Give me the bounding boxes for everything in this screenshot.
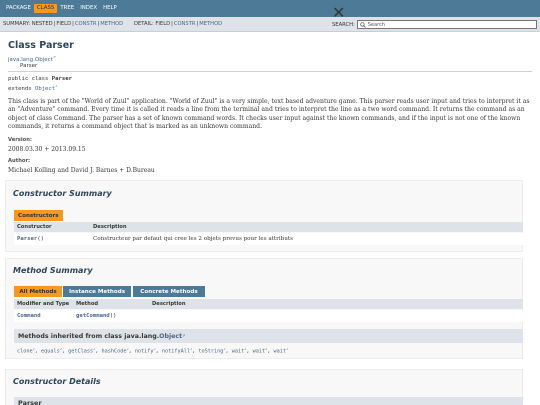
- table-row: Parser() Constructeur par defaut qui cre…: [14, 233, 523, 245]
- constructor-detail-item: Parser: [14, 397, 523, 405]
- reset-search-button[interactable]: ✕: [332, 3, 345, 22]
- table-row: Command getCommand(): [14, 310, 523, 322]
- version-value: 2008.03.30 + 2013.09.15: [8, 146, 86, 153]
- method-parens: (): [109, 313, 117, 319]
- summary-links: SUMMARY: NESTED | FIELD | CONSTR | METHO…: [3, 21, 123, 27]
- sub-nav-bar: SUMMARY: NESTED | FIELD | CONSTR | METHO…: [0, 17, 540, 32]
- inherited-method-link[interactable]: wait: [253, 349, 266, 355]
- constructor-description: Constructeur par defaut qui cree les 2 o…: [93, 236, 293, 242]
- nav-tree[interactable]: TREE: [57, 4, 77, 13]
- constructor-summary-title: Constructor Summary: [13, 189, 112, 198]
- inheritance-class: Parser: [20, 63, 38, 69]
- inherited-method-link[interactable]: wait: [273, 349, 286, 355]
- class-declaration: public class Parser: [8, 76, 72, 82]
- detail-constr-link[interactable]: CONSTR: [174, 21, 196, 27]
- nav-class[interactable]: CLASS: [33, 4, 58, 13]
- declaration-modifiers: public class: [8, 76, 52, 82]
- inherited-method-link[interactable]: toString: [198, 349, 223, 355]
- method-signature: getCommand(): [76, 313, 116, 319]
- inherited-method-link[interactable]: clone: [17, 349, 33, 355]
- nav-help[interactable]: HELP: [100, 4, 120, 13]
- constructor-details-title: Constructor Details: [13, 377, 101, 386]
- external-link-icon: ↗: [52, 55, 56, 59]
- summary-method-link[interactable]: METHOD: [100, 21, 123, 27]
- inherited-method-link[interactable]: notify: [135, 349, 154, 355]
- tab-all-methods[interactable]: All Methods: [14, 286, 62, 297]
- method-summary-title: Method Summary: [13, 266, 93, 275]
- summary-nested-label: SUMMARY: NESTED: [3, 21, 53, 27]
- inherited-method-link[interactable]: equals: [41, 349, 60, 355]
- tab-concrete-methods[interactable]: Concrete Methods: [133, 286, 205, 297]
- col-method: Method: [76, 301, 99, 307]
- summary-field: FIELD: [56, 21, 72, 27]
- superclass-link[interactable]: java.lang.Object: [8, 57, 53, 63]
- version-label: Version:: [8, 137, 33, 143]
- tab-constructors[interactable]: Constructors: [14, 210, 63, 221]
- constructor-parens: (): [37, 236, 44, 242]
- constructor-table-header: Constructor Description: [14, 222, 523, 232]
- detail-field-label: DETAIL: FIELD: [134, 21, 171, 27]
- external-link-icon: ↗: [285, 347, 289, 351]
- method-link[interactable]: getCommand: [76, 313, 110, 319]
- extends-declaration: extends Object↗: [8, 84, 57, 92]
- constructor-summary-section: Constructor Summary Constructors Constru…: [5, 180, 523, 252]
- inherited-method-link[interactable]: wait: [232, 349, 245, 355]
- inherited-object-link[interactable]: Object: [159, 333, 182, 340]
- search-area: SEARCH: Search: [332, 20, 537, 29]
- search-label: SEARCH:: [332, 21, 355, 28]
- constructor-signature: Parser(): [17, 236, 44, 242]
- external-link-icon: ↗: [182, 334, 186, 338]
- method-summary-section: Method Summary All Methods Instance Meth…: [5, 258, 523, 359]
- class-description: This class is part of the "World of Zuul…: [8, 98, 530, 130]
- tab-instance-methods[interactable]: Instance Methods: [63, 286, 131, 297]
- extends-keyword: extends: [8, 85, 35, 92]
- constructor-details-section: Constructor Details Parser: [5, 369, 523, 405]
- declaration-class-name: Parser: [51, 76, 72, 82]
- divider: [8, 71, 532, 72]
- method-table-header: Modifier and Type Method Description: [14, 299, 523, 309]
- inherited-methods-list: clone↗, equals↗, getClass↗, hashCode↗, n…: [17, 347, 288, 355]
- external-link-icon: ↗: [55, 84, 58, 88]
- inherited-prefix: Methods inherited from class java.lang.: [18, 332, 160, 340]
- top-nav-bar: PACKAGE CLASS TREE INDEX HELP: [0, 0, 540, 17]
- summary-constr-link[interactable]: CONSTR: [75, 21, 97, 27]
- nav-package[interactable]: PACKAGE: [3, 4, 34, 13]
- search-icon: [359, 21, 366, 28]
- author-value: Michael Kolling and David J. Barnes + D.…: [8, 167, 155, 174]
- detail-method-link[interactable]: METHOD: [199, 21, 222, 27]
- page-title: Class Parser: [8, 40, 74, 51]
- inherited-method-link[interactable]: getClass: [68, 349, 93, 355]
- inherited-method-link[interactable]: notifyAll: [162, 349, 190, 355]
- inherited-method-link[interactable]: hashCode: [101, 349, 126, 355]
- col-constructor: Constructor: [17, 224, 52, 230]
- return-type-link[interactable]: Command: [17, 313, 41, 319]
- inherited-methods-header: Methods inherited from class java.lang. O…: [14, 329, 523, 343]
- detail-links: DETAIL: FIELD | CONSTR | METHOD: [134, 21, 222, 27]
- author-label: Author:: [8, 158, 31, 164]
- nav-index[interactable]: INDEX: [77, 4, 100, 13]
- search-input[interactable]: Search: [356, 20, 537, 29]
- inheritance-tree: java.lang.Object↗: [8, 55, 56, 63]
- col-description: Description: [93, 224, 127, 230]
- col-description: Description: [152, 301, 186, 307]
- search-placeholder: Search: [367, 21, 385, 28]
- col-modifier-type: Modifier and Type: [17, 301, 70, 307]
- object-link[interactable]: Object: [35, 86, 55, 92]
- constructor-link[interactable]: Parser: [17, 236, 37, 242]
